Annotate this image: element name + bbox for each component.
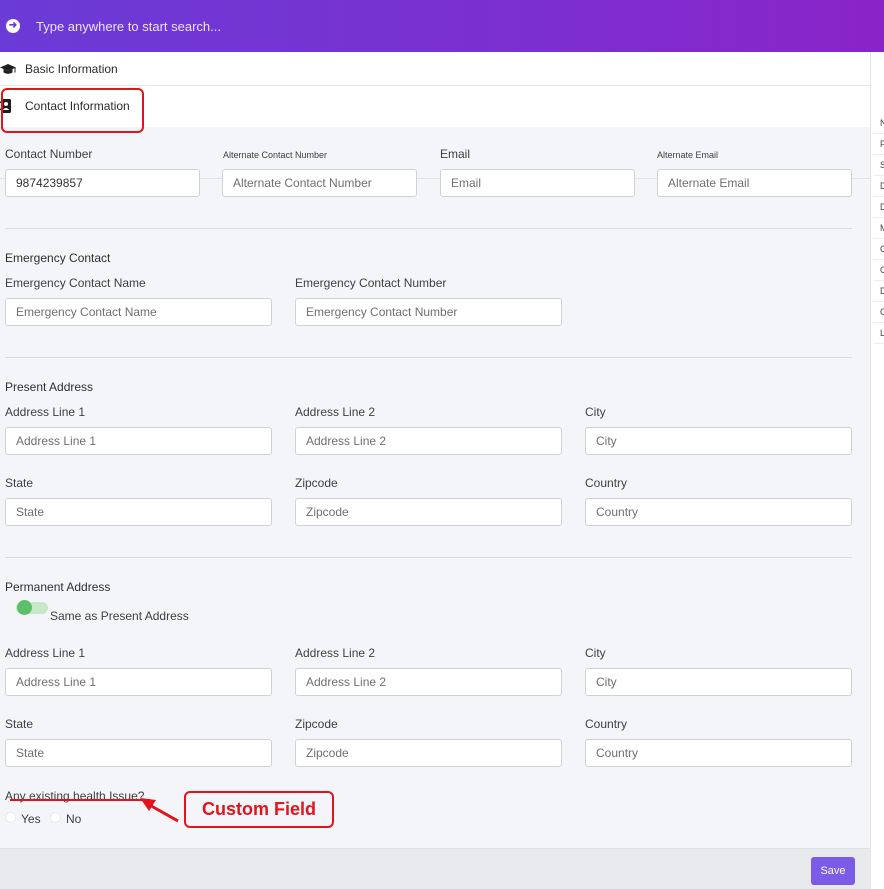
side-list-divider [873, 280, 884, 281]
side-list-divider [873, 343, 884, 344]
present-line1-label: Address Line 1 [5, 405, 86, 419]
contact-number-label: Contact Number [5, 147, 93, 161]
permanent-city-input[interactable] [585, 668, 852, 696]
graduation-cap-icon [0, 62, 16, 76]
side-list-item[interactable]: M [880, 223, 884, 233]
present-state-label: State [5, 476, 34, 490]
emergency-name-input[interactable] [5, 298, 272, 326]
side-list-divider [873, 217, 884, 218]
permanent-line1-input[interactable] [5, 668, 272, 696]
present-city-input[interactable] [585, 427, 852, 455]
side-list-item[interactable]: D [880, 202, 884, 212]
present-address-title: Present Address [5, 380, 94, 394]
permanent-address-title: Permanent Address [5, 580, 111, 594]
health-no-radio[interactable] [50, 812, 61, 823]
present-state-input[interactable] [5, 498, 272, 526]
side-list-divider [873, 238, 884, 239]
permanent-country-label: Country [585, 717, 628, 731]
permanent-city-label: City [585, 646, 606, 660]
same-as-present-toggle[interactable] [16, 600, 48, 615]
form-footer [0, 848, 870, 889]
health-issue-label: Any existing health Issue? [5, 789, 145, 803]
emergency-contact-title: Emergency Contact [5, 251, 111, 265]
health-yes-label: Yes [21, 812, 41, 826]
health-no-label: No [66, 812, 82, 826]
emergency-name-label: Emergency Contact Name [5, 276, 146, 290]
permanent-line1-label: Address Line 1 [5, 646, 86, 660]
side-list-item[interactable]: F [880, 139, 884, 149]
emergency-number-input[interactable] [295, 298, 562, 326]
side-list-divider [873, 322, 884, 323]
permanent-zip-input[interactable] [295, 739, 562, 767]
arrow-right-circle-icon[interactable]: ➜ [6, 19, 20, 33]
health-yes-radio[interactable] [5, 812, 16, 823]
alt-email-input[interactable] [657, 169, 852, 197]
side-list-item[interactable]: S [880, 160, 884, 170]
side-list-item[interactable]: C [880, 265, 884, 275]
email-label: Email [440, 147, 471, 161]
tab-divider [0, 85, 870, 86]
tab-basic-information[interactable]: Basic Information [0, 58, 118, 80]
toggle-knob [17, 600, 32, 615]
side-list-item[interactable]: N [880, 118, 884, 128]
side-list-divider [873, 301, 884, 302]
contact-number-input[interactable] [5, 169, 200, 197]
alt-email-label: Alternate Email [657, 150, 719, 160]
side-list-item[interactable]: C [880, 244, 884, 254]
alt-contact-number-input[interactable] [222, 169, 417, 197]
present-country-input[interactable] [585, 498, 852, 526]
divider [5, 557, 852, 558]
permanent-state-label: State [5, 717, 34, 731]
side-list-divider [873, 175, 884, 176]
side-list-divider [873, 196, 884, 197]
global-search-input[interactable] [28, 12, 448, 40]
top-search-bar: ➜ [0, 0, 884, 52]
permanent-country-input[interactable] [585, 739, 852, 767]
side-list-divider [873, 133, 884, 134]
present-city-label: City [585, 405, 606, 419]
same-as-present-label: Same as Present Address [50, 609, 189, 623]
present-line1-input[interactable] [5, 427, 272, 455]
permanent-line2-input[interactable] [295, 668, 562, 696]
present-line2-input[interactable] [295, 427, 562, 455]
tab-basic-label: Basic Information [25, 62, 118, 76]
side-list-item[interactable]: D [880, 286, 884, 296]
divider [5, 228, 852, 229]
custom-field-annotation: Custom Field [184, 791, 334, 828]
permanent-zip-label: Zipcode [295, 717, 338, 731]
emergency-number-label: Emergency Contact Number [295, 276, 447, 290]
email-input[interactable] [440, 169, 635, 197]
side-list-item[interactable]: C [880, 307, 884, 317]
permanent-state-input[interactable] [5, 739, 272, 767]
alt-contact-number-label: Alternate Contact Number [223, 150, 328, 160]
tab-highlight-annotation [1, 88, 144, 133]
side-list-divider [873, 259, 884, 260]
present-zip-label: Zipcode [295, 476, 338, 490]
side-list-divider [873, 154, 884, 155]
present-line2-label: Address Line 2 [295, 405, 376, 419]
present-zip-input[interactable] [295, 498, 562, 526]
side-list-strip: N F S D D M C C D C L [870, 52, 884, 889]
present-country-label: Country [585, 476, 628, 490]
permanent-line2-label: Address Line 2 [295, 646, 376, 660]
save-button[interactable]: Save [811, 857, 855, 885]
divider [5, 357, 852, 358]
side-list-item[interactable]: L [880, 328, 884, 338]
side-list-item[interactable]: D [880, 181, 884, 191]
